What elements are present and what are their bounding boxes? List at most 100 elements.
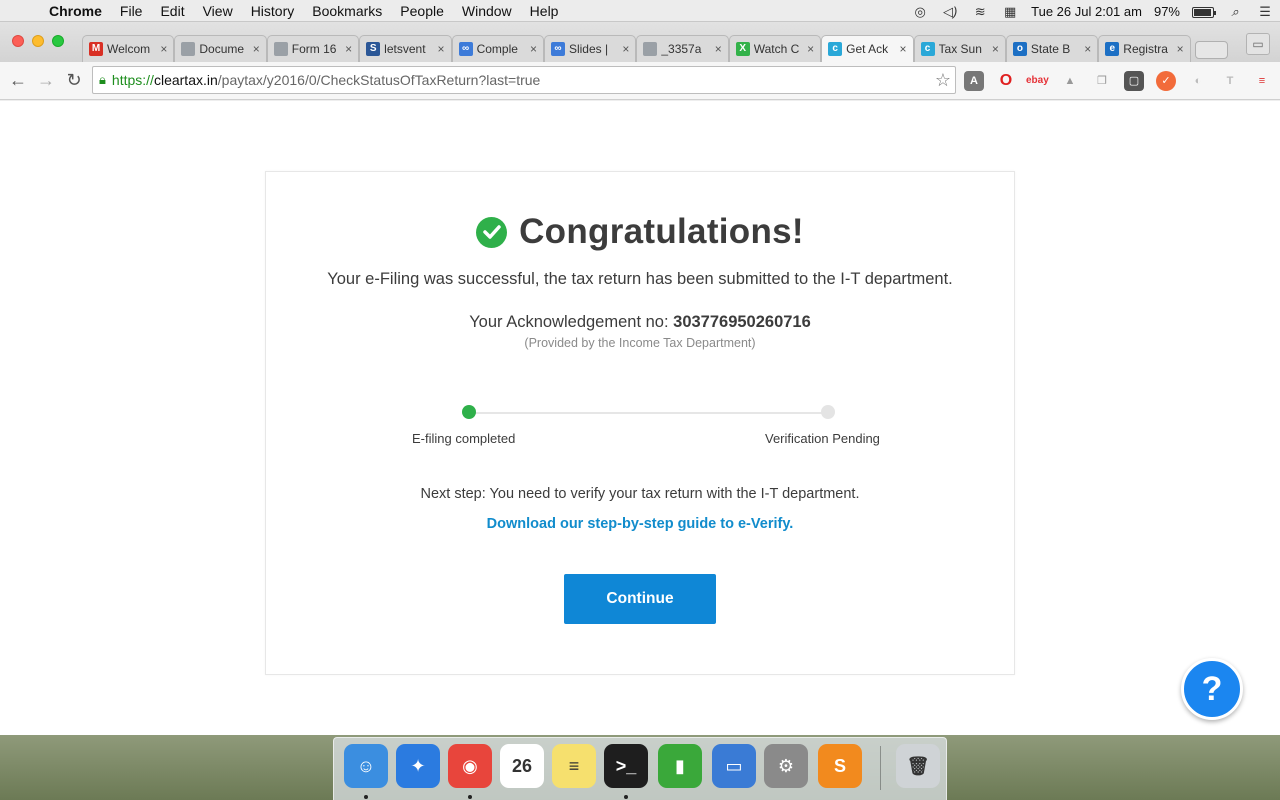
infinity-icon: ∞ [458,42,473,56]
menu-icon[interactable]: ≡ [1252,71,1272,91]
spotlight-icon[interactable]: ⌕ [1220,4,1250,19]
pocket-extension-icon[interactable]: ▢ [1124,71,1144,91]
page-header-divider [0,100,1280,103]
tab-1[interactable]: Docume × [174,35,267,62]
page-title: Congratulations! [519,212,804,251]
chrome-icon[interactable]: ◉ [448,744,492,788]
tab-5[interactable]: ∞ Slides | × [543,35,637,62]
close-tab-icon[interactable]: × [900,42,907,56]
forward-icon[interactable]: → [34,68,58,92]
close-tab-icon[interactable]: × [160,42,167,56]
finder-icon[interactable]: ☺ [344,744,388,788]
everify-guide-link[interactable]: Download our step-by-step guide to e-Ver… [266,516,1014,532]
gmail-icon: M [89,42,103,56]
keyboard-icon[interactable]: ▦ [995,4,1025,19]
progress-track [469,412,827,414]
close-tab-icon[interactable]: × [622,42,629,56]
close-window-button[interactable] [12,35,24,47]
menu-window[interactable]: Window [453,3,521,19]
todo-extension-icon[interactable]: ✓ [1156,71,1176,91]
calendar-icon[interactable]: 26 [500,744,544,788]
tab-6[interactable]: _3357a × [636,35,729,62]
numbers-icon[interactable]: ▮ [658,744,702,788]
trash-icon[interactable]: 🗑 [896,744,940,788]
translate-extension-icon[interactable]: T [1220,71,1240,91]
tab-9[interactable]: c Tax Sun × [913,35,1006,62]
tab-7[interactable]: X Watch C × [728,35,822,62]
keynote-icon[interactable]: ▭ [712,744,756,788]
toolbar: ← → ↻ 🔒︎ https://cleartax.in/paytax/y201… [0,62,1280,100]
menu-bookmarks[interactable]: Bookmarks [303,3,391,19]
close-tab-icon[interactable]: × [1084,42,1091,56]
minimize-window-button[interactable] [32,35,44,47]
tab-4[interactable]: ∞ Comple × [451,35,544,62]
ie-icon: e [1105,42,1120,56]
headset-icon[interactable]: ◎ [905,4,935,19]
check-circle-icon [476,216,508,248]
close-tab-icon[interactable]: × [345,42,352,56]
battery-percent[interactable]: 97% [1148,4,1186,19]
menu-people[interactable]: People [391,3,453,19]
pencil-extension-icon[interactable]: ▲ [1060,71,1080,91]
url-protocol: https:// [111,72,154,88]
tab-0[interactable]: M Welcom × [82,35,175,62]
tab-title: State B [1030,42,1071,56]
tabs: M Welcom × Docume × Form 16 × Sletsvent × ∞ Comple… [82,35,1229,62]
tab-3[interactable]: Sletsvent × [359,35,452,62]
close-tab-icon[interactable]: × [438,42,445,56]
menu-edit[interactable]: Edit [151,3,193,19]
menu-view[interactable]: View [194,3,242,19]
adblock-extension-icon[interactable]: A [964,71,984,91]
tab-2[interactable]: Form 16 × [266,35,360,62]
sublime-text-icon[interactable]: S [818,744,862,788]
address-bar[interactable]: 🔒︎ https://cleartax.in/paytax/y2016/0/Ch… [92,66,956,94]
close-tab-icon[interactable]: × [530,42,537,56]
continue-button[interactable]: Continue [564,574,716,624]
volume-icon[interactable]: ◁) [935,4,965,19]
menu-history[interactable]: History [242,3,304,19]
bookmark-star-icon[interactable]: ☆ [935,70,951,91]
tab-10[interactable]: o State B × [1005,35,1099,62]
opera-extension-icon[interactable]: O [996,71,1016,91]
safari-icon[interactable]: ✦ [396,744,440,788]
zoom-window-button[interactable] [52,35,64,47]
tab-11[interactable]: e Registra × [1098,35,1191,62]
tab-8[interactable]: c Get Ack × [821,35,914,62]
menu-file[interactable]: File [111,3,152,19]
tab-title: Registra [1123,42,1168,56]
notes-icon[interactable]: ≡ [552,744,596,788]
running-indicator [364,795,368,799]
menu-help[interactable]: Help [521,3,568,19]
profile-icon[interactable]: ▭ [1246,33,1270,55]
reload-icon[interactable]: ↻ [62,68,86,92]
tab-title: Watch C [753,42,800,56]
dock: ☺ ✦ ◉ 26 ≡ >_ ▮ ▭ ⚙ S 🗑 [333,737,947,800]
close-tab-icon[interactable]: × [253,42,260,56]
menu-bar: Chrome File Edit View History Bookmarks … [0,0,1280,22]
tab-title: Form 16 [291,42,337,56]
ebay-extension-icon[interactable]: ebay [1026,71,1049,91]
next-step-text: Next step: You need to verify your tax r… [420,486,860,502]
close-tab-icon[interactable]: × [992,42,999,56]
tab-strip: M Welcom × Docume × Form 16 × Sletsvent × ∞ Comple… [0,22,1280,62]
close-tab-icon[interactable]: × [1177,42,1184,56]
system-preferences-icon[interactable]: ⚙ [764,744,808,788]
terminal-icon[interactable]: >_ [604,744,648,788]
new-tab-button[interactable] [1194,41,1229,59]
notification-list-icon[interactable]: ☰ [1250,4,1280,19]
close-tab-icon[interactable]: × [807,42,814,56]
back-icon[interactable]: ← [6,68,30,92]
help-button[interactable]: ? [1181,658,1243,720]
sbi-icon: o [1012,42,1027,56]
menu-app-name[interactable]: Chrome [40,3,111,19]
success-card: Congratulations! Your e-Filing was succe… [265,171,1015,675]
close-tab-icon[interactable]: × [715,42,722,56]
wifi-icon[interactable]: ≋ [965,4,995,19]
document-icon [181,42,196,56]
chevron-extension-icon[interactable]: ◐ [1188,71,1208,91]
tab-title: letsvent [384,42,426,56]
datetime[interactable]: Tue 26 Jul 2:01 am [1025,4,1148,19]
copy-extension-icon[interactable]: ❐ [1092,71,1112,91]
sheet-icon: X [735,42,750,56]
running-indicator [468,795,472,799]
